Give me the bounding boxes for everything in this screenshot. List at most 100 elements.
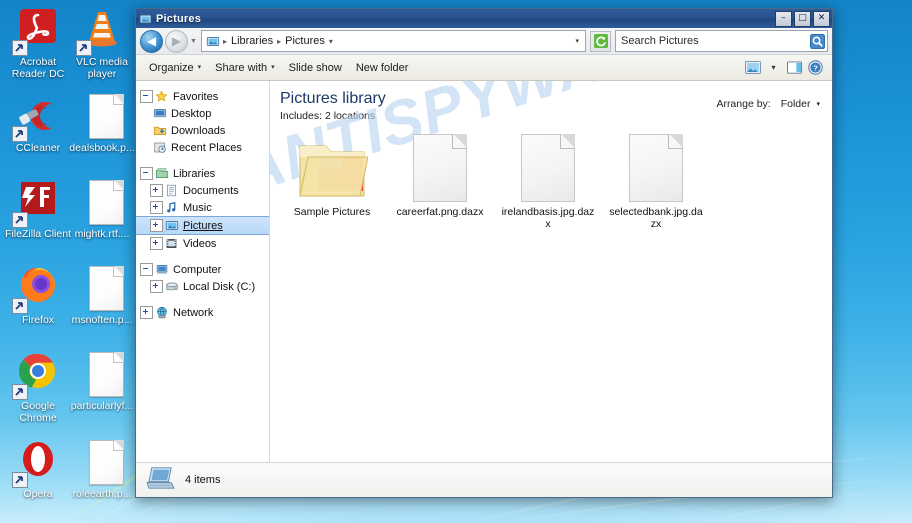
back-button[interactable]: ◀ [140,29,163,53]
desktop-icon-dealsbook-file[interactable]: dealsbook.p... [66,92,138,155]
chevron-down-icon: ▾ [771,63,776,72]
desktop-icon-firefox[interactable]: Firefox [2,264,74,327]
sidebar-item-label: Music [183,201,212,214]
expand-expander-icon[interactable] [140,306,153,319]
breadcrumb-separator[interactable]: ▾ [328,37,334,46]
desktop-icon-filezilla-client[interactable]: FileZilla Client [2,178,74,241]
status-text: 4 items [185,474,221,486]
window-title: Pictures [156,12,202,25]
sidebar-item-local-disk-c[interactable]: Local Disk (C:) [136,278,269,295]
sidebar-item-pictures[interactable]: Pictures [136,216,269,235]
sidebar-item-downloads[interactable]: Downloads [136,122,269,139]
desktop-icon-acrobat-reader-dc[interactable]: Acrobat Reader DC [2,6,74,80]
view-dropdown-caret-icon[interactable]: ▾ [764,59,783,76]
address-dropdown-caret-icon[interactable]: ▾ [571,37,583,45]
sidebar-item-libraries[interactable]: Libraries [136,165,269,182]
desktop-icon-vlc-media-player[interactable]: VLC media player [66,6,138,80]
expand-expander-icon[interactable] [150,237,163,250]
list-item[interactable]: selectedbank.jpg.dazx [602,132,710,230]
desktop-icon-label: dealsbook.p... [69,142,135,154]
slide-show-button[interactable]: Slide show [282,59,349,77]
help-icon[interactable]: ? [806,59,825,76]
opera-icon [12,438,62,488]
organize-button[interactable]: Organize ▾ [142,59,208,77]
desktop-icon-opera[interactable]: Opera [2,438,74,501]
breadcrumb-libraries[interactable]: Libraries [228,34,276,48]
pictures-library-icon [139,14,152,23]
forward-button[interactable]: ▶ [165,29,188,53]
sidebar-item-label: Recent Places [171,141,242,154]
minimize-button[interactable]: – [775,10,792,27]
arrange-by-control[interactable]: Arrange by: Folder ▾ [716,90,820,110]
library-subtitle: Includes: 2 locations [280,110,376,122]
search-input[interactable]: Search Pictures [615,30,828,52]
new-folder-button[interactable]: New folder [349,59,416,77]
expand-expander-icon[interactable] [150,219,163,232]
svg-text:?: ? [813,64,818,73]
pictures-folder-icon [278,132,386,202]
sidebar-item-label: Pictures [183,219,223,232]
blank-document-icon [78,350,126,398]
desktop-icon-msnoften-file[interactable]: msnoften.p... [66,264,138,327]
sidebar-item-music[interactable]: Music [136,199,269,216]
desktop-icon-label: mightk.rtf.... [74,228,130,240]
sidebar-item-computer[interactable]: Computer [136,261,269,278]
sidebar-item-recent-places[interactable]: Recent Places [136,139,269,156]
shortcut-arrow-icon [12,384,28,400]
sidebar-item-label: Desktop [171,107,212,120]
desktop-icon-label: particularlyf... [70,400,134,412]
desktop-icon-mightk-file[interactable]: mightk.rtf.... [66,178,138,241]
arrange-by-value: Folder [780,98,811,110]
list-item[interactable]: irelandbasis.jpg.dazx [494,132,602,230]
change-view-icon[interactable] [743,59,762,76]
desktop-icon-particularlyf-file[interactable]: particularlyf... [66,350,138,413]
shortcut-arrow-icon [12,472,28,488]
breadcrumb-pictures[interactable]: Pictures [282,34,328,48]
desktop-icon-ccleaner[interactable]: CCleaner [2,92,74,155]
chrome-icon [12,350,62,400]
breadcrumb-address-box[interactable]: ▸ Libraries ▸ Pictures ▾ ▾ [200,30,586,52]
windows-explorer-window: Pictures – □ ✕ ◀ ▶ ▼ ▸ Libraries ▸ Pictu… [135,8,833,498]
maximize-button[interactable]: □ [794,10,811,27]
desktop-icon-label: Google Chrome [19,400,57,424]
list-item[interactable]: careerfat.png.dazx [386,132,494,230]
pictures-library-icon [164,219,179,233]
sidebar-item-favorites[interactable]: Favorites [136,88,269,105]
expand-expander-icon[interactable] [150,201,163,214]
sidebar-item-network[interactable]: Network [136,304,269,321]
chevron-down-icon: ▾ [271,63,275,71]
collapse-expander-icon[interactable] [140,263,153,276]
shortcut-arrow-icon [76,40,92,56]
expand-expander-icon[interactable] [150,280,163,293]
share-with-button[interactable]: Share with ▾ [208,59,282,77]
close-button[interactable]: ✕ [813,10,830,27]
list-item[interactable]: Sample Pictures [278,132,386,230]
sidebar-item-videos[interactable]: Videos [136,235,269,252]
preview-pane-icon[interactable] [785,59,804,76]
history-dropdown-icon[interactable]: ▼ [190,38,197,45]
documents-library-icon [164,184,179,198]
filezilla-icon [12,178,62,228]
blank-file-icon [494,132,602,202]
search-magnifier-icon[interactable] [809,33,826,50]
recent-places-icon [152,141,167,155]
expand-expander-icon[interactable] [150,184,163,197]
desktop-icon-roleearth-file[interactable]: roleearth.p... [66,438,138,501]
shortcut-arrow-icon [12,212,28,228]
desktop-icon-google-chrome[interactable]: Google Chrome [2,350,74,424]
sidebar-item-desktop[interactable]: Desktop [136,105,269,122]
collapse-expander-icon[interactable] [140,167,153,180]
collapse-expander-icon[interactable] [140,90,153,103]
computer-icon [154,263,169,277]
navigation-pane: Favorites Desktop Downloads Recent Place… [136,81,270,462]
downloads-folder-icon [152,124,167,138]
libraries-icon [154,167,169,181]
sidebar-item-label: Videos [183,237,217,250]
refresh-button[interactable] [590,30,611,52]
items-grid: Sample Pictures careerfat.png.dazx irela… [270,126,832,230]
sidebar-item-documents[interactable]: Documents [136,182,269,199]
file-list-pane[interactable]: ANTISPYWARE.CO Pictures library Includes… [270,81,832,462]
